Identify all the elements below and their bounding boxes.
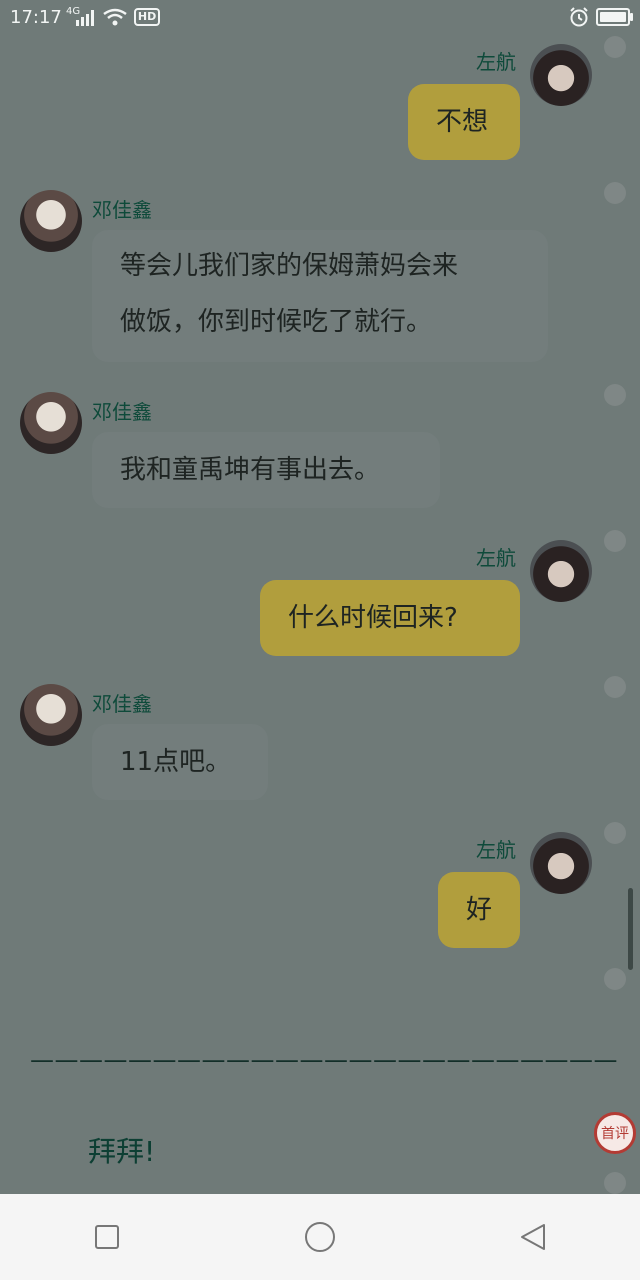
message-bubble[interactable]: 好 <box>438 872 520 948</box>
recent-apps-button[interactable] <box>82 1212 132 1262</box>
avatar[interactable] <box>530 832 592 894</box>
wifi-icon <box>102 8 128 26</box>
side-dot <box>604 182 626 204</box>
avatar[interactable] <box>20 392 82 454</box>
square-icon <box>94 1225 119 1249</box>
avatar[interactable] <box>530 540 592 602</box>
message-bubble[interactable]: 我和童禹坤有事出去。 <box>92 432 440 508</box>
side-dot <box>604 822 626 844</box>
circle-icon <box>304 1222 335 1252</box>
comment-badge[interactable]: 首评 <box>594 1112 636 1154</box>
message-line: 等会儿我们家的保姆萧妈会来 <box>120 251 459 281</box>
side-dot <box>604 968 626 990</box>
sender-name: 邓佳鑫 <box>92 198 152 222</box>
divider-line: ———————————————————————— <box>30 1046 618 1074</box>
avatar[interactable] <box>20 684 82 746</box>
home-button[interactable] <box>295 1212 345 1262</box>
side-dot <box>604 36 626 58</box>
sender-name: 左航 <box>476 546 516 570</box>
side-dot <box>604 676 626 698</box>
status-left: 17:17 4G HD <box>10 6 161 28</box>
sender-name: 左航 <box>476 50 516 74</box>
message-line: 做饭，你到时候吃了就行。 <box>120 307 433 337</box>
message-bubble[interactable]: 不想 <box>408 84 520 160</box>
avatar[interactable] <box>20 190 82 252</box>
sender-name: 邓佳鑫 <box>92 692 152 716</box>
back-button[interactable] <box>508 1212 558 1262</box>
message-bubble[interactable]: 等会儿我们家的保姆萧妈会来 做饭，你到时候吃了就行。 <box>92 230 548 362</box>
side-dot <box>604 1172 626 1194</box>
status-time: 17:17 <box>10 6 62 28</box>
message-bubble[interactable]: 11点吧。 <box>92 724 268 800</box>
triangle-back-icon <box>521 1224 546 1250</box>
scrollbar-thumb[interactable] <box>628 888 633 970</box>
message-bubble[interactable]: 什么时候回来? <box>260 580 520 656</box>
alarm-icon <box>568 6 590 28</box>
avatar[interactable] <box>530 44 592 106</box>
sender-name: 左航 <box>476 838 516 862</box>
status-bar: 17:17 4G HD <box>0 0 640 34</box>
side-dot <box>604 384 626 406</box>
chat-thread[interactable]: 左航 不想 邓佳鑫 等会儿我们家的保姆萧妈会来 做饭，你到时候吃了就行。 邓佳鑫… <box>0 34 640 1194</box>
footer-text: 拜拜! <box>88 1135 156 1168</box>
sender-name: 邓佳鑫 <box>92 400 152 424</box>
status-right <box>568 6 633 28</box>
side-dot <box>604 530 626 552</box>
navigation-bar <box>0 1194 640 1280</box>
network-label: 4G <box>66 6 81 17</box>
hd-icon: HD <box>133 8 161 26</box>
battery-icon <box>596 8 633 26</box>
